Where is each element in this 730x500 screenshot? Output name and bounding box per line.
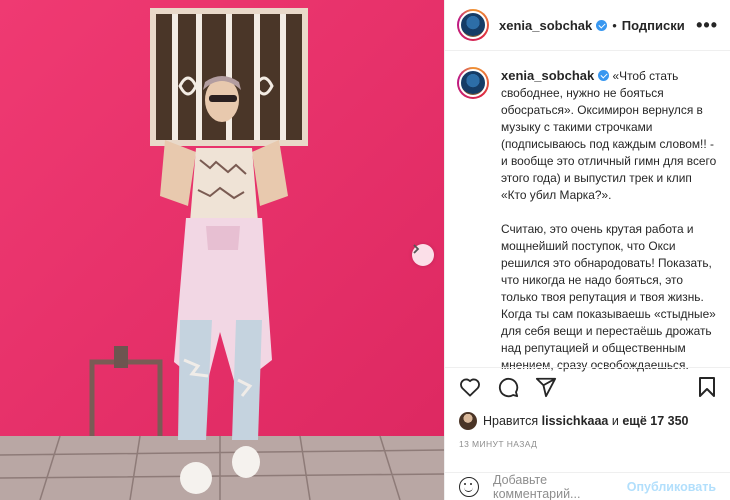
publish-button[interactable]: Опубликовать xyxy=(627,480,716,494)
post-timestamp[interactable]: 13 МИНУТ НАЗАД xyxy=(459,439,537,449)
caption-username-link[interactable]: xenia_sobchak xyxy=(501,68,594,83)
caption-paragraph: Считаю, это очень крутая работа и мощней… xyxy=(501,222,716,372)
likes-count-link[interactable]: ещё 17 350 xyxy=(622,414,688,428)
caption-avatar[interactable] xyxy=(457,67,489,99)
verified-badge-icon xyxy=(596,19,608,31)
likes-line: Нравится lissichkaaa и ещё 17 350 xyxy=(459,412,688,430)
chevron-right-icon xyxy=(413,244,420,254)
caption-section: xenia_sobchak «Чтоб стать свободнее, нуж… xyxy=(445,51,730,372)
photo-illustration xyxy=(0,0,444,500)
paper-plane-icon[interactable] xyxy=(535,376,557,398)
post-sidebar: xenia_sobchak • Подписки ••• xenia_sobch… xyxy=(444,0,730,500)
likes-prefix: Нравится xyxy=(483,414,539,428)
liker-avatar[interactable] xyxy=(459,412,477,430)
comment-icon[interactable] xyxy=(497,376,519,398)
avatar[interactable] xyxy=(457,9,489,41)
header-separator: • xyxy=(612,17,617,33)
caption-paragraph: «Чтоб стать свободнее, нужно не бояться … xyxy=(501,69,717,202)
post-photo[interactable] xyxy=(0,0,444,500)
comment-bar: Добавьте комментарий... Опубликовать xyxy=(445,472,730,500)
action-bar xyxy=(445,367,730,401)
next-photo-button[interactable] xyxy=(412,244,434,266)
post-header: xenia_sobchak • Подписки ••• xyxy=(445,0,730,51)
verified-badge-icon xyxy=(598,70,610,81)
following-button[interactable]: Подписки xyxy=(622,18,685,33)
likes-connector: и xyxy=(611,414,619,428)
comment-input[interactable]: Добавьте комментарий... xyxy=(493,473,627,500)
caption-text: xenia_sobchak «Чтоб стать свободнее, нуж… xyxy=(501,67,718,372)
more-options-button[interactable]: ••• xyxy=(696,15,718,36)
username-link[interactable]: xenia_sobchak xyxy=(499,18,592,33)
heart-icon[interactable] xyxy=(459,377,481,397)
bookmark-icon[interactable] xyxy=(698,376,716,398)
smiley-icon[interactable] xyxy=(459,476,479,497)
liker-username-link[interactable]: lissichkaaa xyxy=(542,414,609,428)
